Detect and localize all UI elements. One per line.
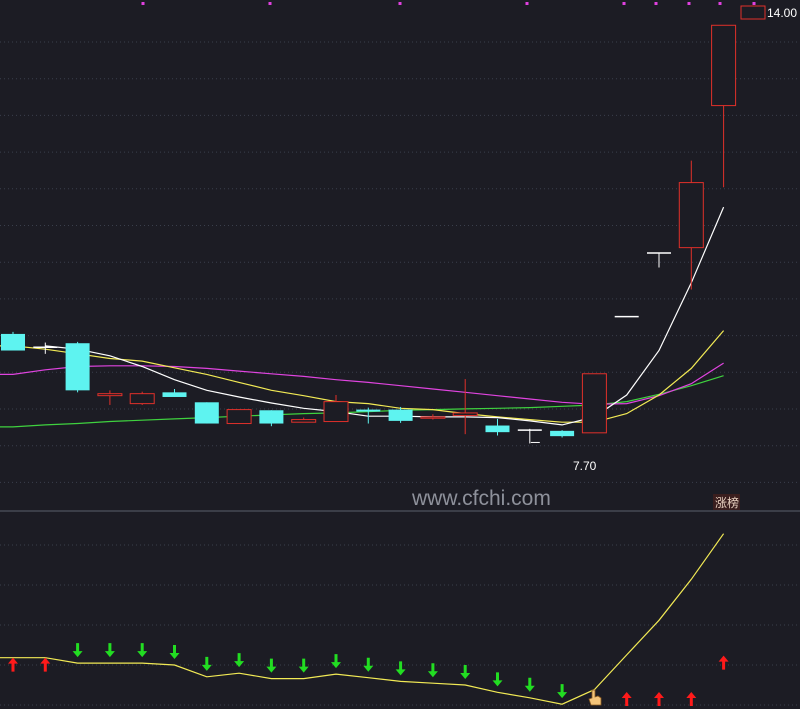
candle-body	[420, 416, 446, 419]
top-marker	[141, 2, 145, 5]
high-price-label: 14.00	[767, 6, 797, 20]
candle-body	[1, 333, 25, 351]
candle	[194, 402, 219, 424]
candle-body	[485, 425, 510, 433]
candle-body	[678, 182, 704, 249]
top-marker	[268, 2, 272, 5]
top-marker	[752, 2, 756, 5]
candle-body	[356, 409, 381, 412]
candle	[1, 331, 25, 351]
top-marker	[525, 2, 529, 5]
candle-body	[97, 393, 123, 397]
candle	[65, 341, 90, 393]
candle-body	[452, 412, 478, 417]
candle-body	[581, 373, 607, 434]
candle	[226, 409, 252, 425]
candle	[129, 391, 155, 405]
stock-chart: 14.00 7.70 www.cfchi.com 涨榜	[0, 0, 800, 709]
candle-body	[129, 393, 155, 405]
top-marker	[622, 2, 626, 5]
top-marker	[654, 2, 658, 5]
top-marker	[718, 2, 722, 5]
watermark: www.cfchi.com	[411, 487, 551, 510]
chart-background	[0, 0, 800, 709]
candle-body	[194, 402, 219, 424]
candle-body	[711, 24, 737, 107]
candle-body	[323, 401, 349, 423]
top-marker	[398, 2, 402, 5]
badge-label: 涨榜	[715, 495, 739, 510]
candle-body	[65, 343, 90, 391]
candle-body	[291, 419, 317, 423]
top-marker	[687, 2, 691, 5]
candle	[581, 373, 607, 434]
candle-body	[162, 392, 187, 397]
candle-body	[550, 430, 575, 437]
low-price-label: 7.70	[573, 459, 597, 473]
candle-body	[259, 410, 284, 424]
candle-body	[388, 409, 413, 421]
candle-body	[226, 409, 252, 425]
